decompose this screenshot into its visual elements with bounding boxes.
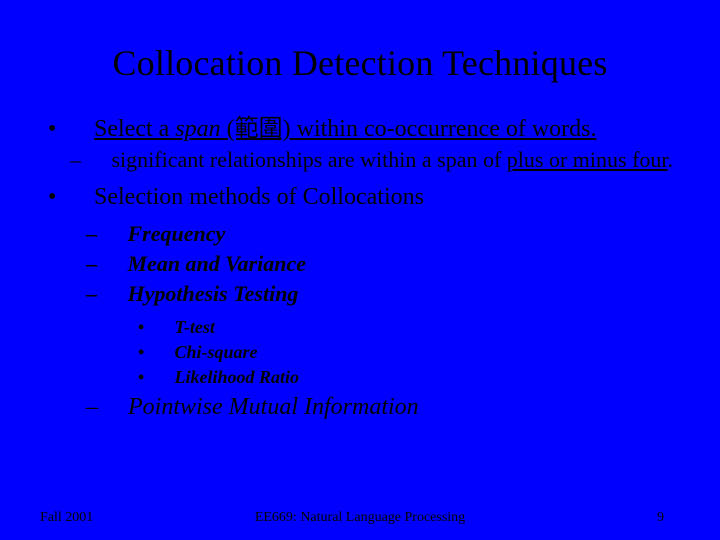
dash-icon: –: [104, 221, 122, 247]
text-t-test: T-test: [175, 317, 215, 337]
text-selection-methods: Selection methods of Collocations: [94, 184, 424, 210]
method-pmi: – Pointwise Mutual Information: [88, 394, 680, 421]
text-sig-pre: significant relationships are within a s…: [112, 147, 507, 172]
bullet-icon: •: [68, 184, 88, 211]
slide: Collocation Detection Techniques • Selec…: [0, 0, 720, 540]
method-hypothesis-testing: – Hypothesis Testing: [88, 281, 680, 307]
text-span-word: span: [175, 116, 220, 142]
text-likelihood-ratio: Likelihood Ratio: [175, 367, 300, 387]
test-t-test: • T-test: [88, 317, 680, 338]
text-mean-variance: Mean and Variance: [128, 251, 306, 276]
text-span-paren: (範圍): [221, 116, 297, 142]
method-mean-variance: – Mean and Variance: [88, 251, 680, 277]
text-sig-post: .: [668, 147, 674, 172]
text-sig-pmfour: plus or minus four: [507, 147, 668, 172]
dot-icon: •: [154, 367, 170, 388]
footer-center: EE669: Natural Language Processing: [0, 510, 720, 526]
text-hypothesis-testing: Hypothesis Testing: [128, 281, 299, 306]
method-frequency: – Frequency: [88, 221, 680, 247]
bullet-icon: •: [68, 116, 88, 143]
text-chi-square: Chi-square: [175, 342, 258, 362]
slide-title: Collocation Detection Techniques: [0, 0, 720, 108]
test-likelihood-ratio: • Likelihood Ratio: [88, 367, 680, 388]
dash-icon: –: [104, 251, 122, 277]
text-select-a: Select a: [94, 116, 175, 142]
dot-icon: •: [154, 342, 170, 363]
text-frequency: Frequency: [128, 221, 226, 246]
sub-significant: – significant relationships are within a…: [88, 147, 680, 172]
dash-icon: –: [88, 147, 106, 172]
test-chi-square: • Chi-square: [88, 342, 680, 363]
text-pmi: Pointwise Mutual Information: [128, 394, 419, 420]
slide-content: • Select a span (範圍) within co-occurrenc…: [0, 108, 720, 421]
dot-icon: •: [154, 317, 170, 338]
dash-icon: –: [104, 394, 122, 421]
bullet-selection-methods: • Selection methods of Collocations: [88, 184, 680, 211]
footer-page-number: 9: [657, 510, 664, 526]
text-span-post: within co-occurrence of words.: [297, 116, 597, 142]
dash-icon: –: [104, 281, 122, 307]
bullet-select-span: • Select a span (範圍) within co-occurrenc…: [88, 108, 680, 143]
